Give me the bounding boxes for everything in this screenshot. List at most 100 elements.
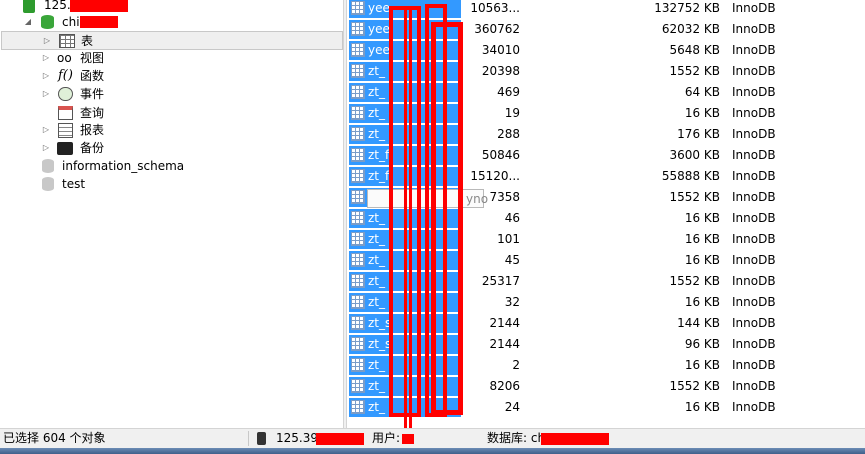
tree-item-label: 查询 bbox=[80, 106, 105, 120]
engine: InnoDB bbox=[732, 169, 776, 183]
table-icon bbox=[351, 22, 365, 36]
collapsed-arrow-icon[interactable]: ▷ bbox=[41, 139, 51, 157]
tree-item-label: 报表 bbox=[80, 123, 105, 137]
tree-item-views[interactable]: ▷ oo 视图 bbox=[0, 49, 343, 67]
table-icon bbox=[351, 85, 365, 99]
redaction-box bbox=[431, 22, 463, 415]
collapsed-arrow-icon[interactable]: ▷ bbox=[41, 85, 51, 103]
connection-node[interactable]: 125. bbox=[0, 0, 343, 14]
selection-status: 已选择 604 个对象 bbox=[3, 431, 106, 445]
data-size: 62032 KB bbox=[661, 22, 720, 36]
tree-item-queries[interactable]: 查询 bbox=[0, 104, 343, 122]
data-size: 16 KB bbox=[684, 358, 720, 372]
row-count: 469 bbox=[497, 85, 520, 99]
data-size: 96 KB bbox=[684, 337, 720, 351]
row-count: 32 bbox=[504, 295, 520, 309]
engine: InnoDB bbox=[732, 64, 776, 78]
data-size: 1552 KB bbox=[669, 190, 720, 204]
expanded-arrow-icon[interactable]: ◢ bbox=[23, 13, 33, 31]
data-size: 16 KB bbox=[684, 106, 720, 120]
data-size: 1552 KB bbox=[669, 274, 720, 288]
row-count: 15120... bbox=[470, 169, 520, 183]
tree-item-reports[interactable]: ▷ 报表 bbox=[0, 121, 343, 139]
redaction-mark bbox=[80, 16, 118, 28]
server-icon bbox=[23, 0, 35, 13]
data-size: 16 KB bbox=[684, 400, 720, 414]
tree-item-functions[interactable]: ▷ f() 函数 bbox=[0, 67, 343, 85]
tree-item-backups[interactable]: ▷ 备份 bbox=[0, 139, 343, 157]
host-status: 125.39 bbox=[276, 431, 318, 445]
row-count: 101 bbox=[497, 232, 520, 246]
engine: InnoDB bbox=[732, 295, 776, 309]
glasses-icon: oo bbox=[57, 51, 72, 65]
data-size: 64 KB bbox=[684, 85, 720, 99]
table-icon bbox=[351, 43, 365, 57]
engine: InnoDB bbox=[732, 358, 776, 372]
query-icon bbox=[58, 106, 73, 120]
redaction-mark bbox=[316, 433, 364, 445]
database-node-information-schema[interactable]: information_schema bbox=[0, 157, 343, 175]
engine: InnoDB bbox=[732, 148, 776, 162]
tree-item-events[interactable]: ▷ 事件 bbox=[0, 85, 343, 103]
database-icon bbox=[41, 15, 54, 29]
database-node-test[interactable]: test bbox=[0, 175, 343, 193]
table-icon bbox=[351, 253, 365, 267]
data-size: 5648 KB bbox=[669, 43, 720, 57]
engine: InnoDB bbox=[732, 190, 776, 204]
tree-item-label: 事件 bbox=[80, 87, 105, 101]
engine: InnoDB bbox=[732, 1, 776, 15]
table-icon bbox=[351, 148, 365, 162]
table-icon bbox=[351, 316, 365, 330]
table-icon bbox=[351, 127, 365, 141]
tree-item-tables[interactable]: ▷ 表 bbox=[1, 31, 343, 50]
table-icon bbox=[351, 190, 365, 204]
row-count: 50846 bbox=[481, 148, 520, 162]
collapsed-arrow-icon[interactable]: ▷ bbox=[42, 32, 52, 50]
redaction-box bbox=[404, 6, 412, 436]
table-icon bbox=[59, 34, 75, 48]
taskbar bbox=[0, 448, 865, 454]
data-size: 1552 KB bbox=[669, 379, 720, 393]
collapsed-arrow-icon[interactable]: ▷ bbox=[41, 49, 51, 67]
engine: InnoDB bbox=[732, 43, 776, 57]
collapsed-arrow-icon[interactable]: ▷ bbox=[41, 121, 51, 139]
user-status: 用户: bbox=[372, 431, 401, 445]
tree-item-label: 表 bbox=[81, 34, 94, 48]
row-count: 2 bbox=[512, 358, 520, 372]
row-count: 288 bbox=[497, 127, 520, 141]
engine: InnoDB bbox=[732, 400, 776, 414]
tree-item-label: 备份 bbox=[80, 141, 105, 155]
table-icon bbox=[351, 358, 365, 372]
database-node[interactable]: ◢ chi bbox=[0, 13, 343, 31]
row-count: 20398 bbox=[481, 64, 520, 78]
table-icon bbox=[351, 64, 365, 78]
server-icon bbox=[257, 432, 266, 445]
row-count: 360762 bbox=[474, 22, 520, 36]
redaction-mark bbox=[70, 0, 128, 12]
status-divider bbox=[248, 431, 249, 446]
table-icon bbox=[351, 295, 365, 309]
tree-item-label: 函数 bbox=[80, 69, 105, 83]
row-count: 45 bbox=[504, 253, 520, 267]
table-icon bbox=[351, 232, 365, 246]
engine: InnoDB bbox=[732, 106, 776, 120]
table-icon bbox=[351, 400, 365, 414]
engine: InnoDB bbox=[732, 85, 776, 99]
table-icon bbox=[351, 337, 365, 351]
table-icon bbox=[351, 274, 365, 288]
row-count: 8206 bbox=[489, 379, 520, 393]
row-count: 10563... bbox=[470, 1, 520, 15]
data-size: 16 KB bbox=[684, 253, 720, 267]
report-icon bbox=[58, 123, 73, 138]
event-clock-icon bbox=[58, 87, 73, 101]
data-size: 144 KB bbox=[677, 316, 720, 330]
engine: InnoDB bbox=[732, 316, 776, 330]
database-icon bbox=[42, 177, 54, 191]
engine: InnoDB bbox=[732, 232, 776, 246]
database-label: information_schema bbox=[62, 159, 185, 173]
database-status: 数据库: ch bbox=[487, 431, 546, 445]
data-size: 16 KB bbox=[684, 232, 720, 246]
engine: InnoDB bbox=[732, 337, 776, 351]
collapsed-arrow-icon[interactable]: ▷ bbox=[41, 67, 51, 85]
redaction-mark bbox=[402, 434, 414, 444]
